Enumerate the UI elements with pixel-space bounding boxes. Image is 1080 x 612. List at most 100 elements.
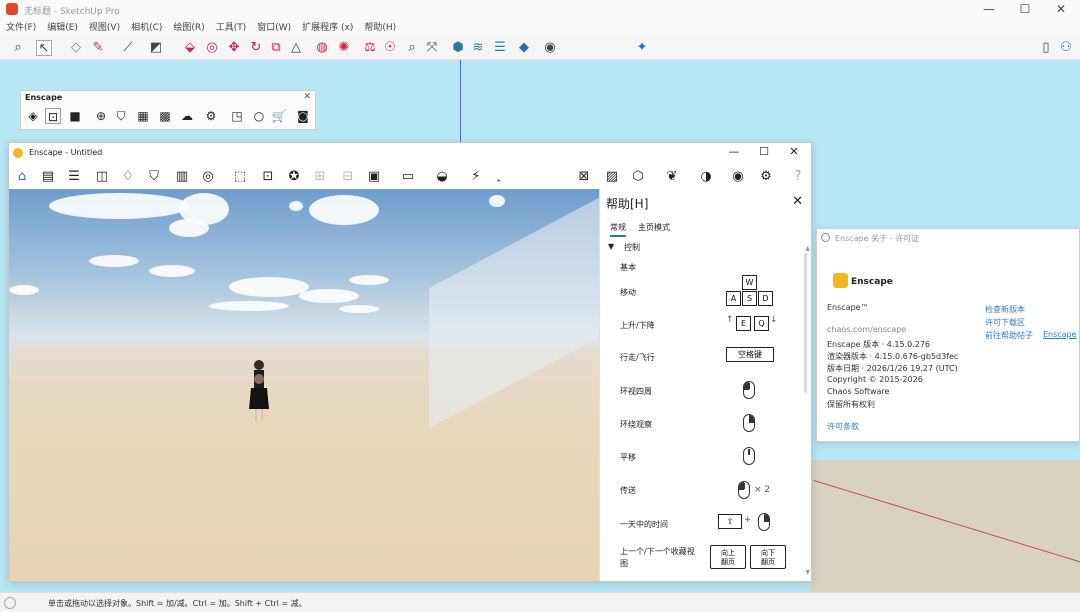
image-icon[interactable]: ⊡ [259,168,277,186]
maximize-button[interactable]: ☐ [755,145,773,158]
palette-icon[interactable]: ◎ [199,168,217,186]
chevron-up-icon[interactable]: ⌃ [495,179,503,189]
preview-icon[interactable]: ◉ [729,168,747,186]
account-icon[interactable]: ◙ [295,108,311,124]
support-link[interactable]: 前往帮助帖子 [985,330,1033,341]
window-icon[interactable]: ◳ [229,108,245,124]
leaf-icon[interactable]: ❦ [663,168,681,186]
light-bulb-icon[interactable]: ♢ [119,168,137,186]
collapse-arrow-icon[interactable]: ▼ [608,242,614,251]
offset-icon[interactable]: ◎ [204,40,220,56]
pan-icon[interactable]: ⚖ [362,40,378,56]
tape-icon[interactable]: △ [288,40,304,56]
zoom-window-icon[interactable]: ☉ [382,40,398,56]
scroll-up-icon[interactable]: ▲ [805,245,810,252]
menu-camera[interactable]: 相机(C) [131,20,162,36]
scroll-down-icon[interactable]: ▼ [805,569,810,576]
orbit-icon[interactable]: ✺ [336,40,352,56]
gallery-icon[interactable]: ▨ [603,168,621,186]
account-icon[interactable]: ◉ [542,40,558,56]
close-button[interactable]: ✕ [1050,2,1072,16]
shield-icon[interactable]: ⛉ [145,168,163,186]
upload-icon[interactable]: ☁ [179,108,195,124]
minimize-button[interactable]: — [978,2,1000,16]
render-viewport[interactable] [9,189,599,581]
materials-icon[interactable]: ◆ [516,40,532,56]
help-icon[interactable]: ? [789,168,807,186]
eye-icon[interactable]: ◫ [93,168,111,186]
eraser-icon[interactable]: ◇ [68,40,84,56]
line-icon[interactable]: ⟋ [120,40,136,56]
lightning-icon[interactable]: ⚡ [467,168,485,186]
image-panel-icon[interactable]: ⊠ [575,168,593,186]
move-icon[interactable]: ✥ [226,40,242,56]
screenshot-icon[interactable]: ◒ [433,168,451,186]
menu-edit[interactable]: 编辑(E) [47,20,78,36]
menu-extensions[interactable]: 扩展程序 (x) [302,20,353,36]
enscape-start-icon[interactable]: ◈ [25,108,41,124]
website-link[interactable]: chaos.com/enscape [827,325,906,334]
component-icon[interactable]: ⬢ [450,40,466,56]
menu-view[interactable]: 视图(V) [89,20,120,36]
tab-general[interactable]: 常规 [610,222,626,237]
menu-help[interactable]: 帮助(H) [364,20,396,36]
radio-icon[interactable] [821,233,830,242]
export-icon[interactable]: ▭ [399,168,417,186]
gear-icon[interactable]: ⚙ [757,168,775,186]
material-editor-icon[interactable]: ▩ [157,108,173,124]
sparkle-icon[interactable]: ✦ [634,40,650,56]
feedback-link[interactable]: 许可下载区 [985,317,1025,328]
info-icon[interactable] [4,597,16,609]
circle-icon[interactable]: ○ [251,108,267,124]
rotate-icon[interactable]: ↻ [248,40,264,56]
rectangle-icon[interactable]: ◩ [148,40,164,56]
menu-tools[interactable]: 工具(T) [216,20,247,36]
bim-icon[interactable]: ☰ [65,168,83,186]
settings-icon[interactable]: ⚙ [203,108,219,124]
select-arrow-icon[interactable]: ↖ [36,40,52,56]
cart-icon[interactable]: 🛒 [271,108,287,124]
menu-file[interactable]: 文件(F) [6,20,36,36]
vr-headset-icon[interactable]: ◑ [697,168,715,186]
cube-icon[interactable]: ⬡ [629,168,647,186]
help-close-icon[interactable]: ✕ [792,194,803,209]
sync-icon[interactable]: ⊡ [45,108,61,124]
document-icon[interactable]: ▯ [1038,40,1054,56]
layers-icon[interactable]: ≋ [470,40,486,56]
sparkle-icon[interactable]: ✪ [285,168,303,186]
license-link[interactable]: 许可条款 [827,421,859,432]
asset-library-icon[interactable]: ⛉ [113,108,129,124]
menu-draw[interactable]: 绘图(R) [173,20,204,36]
help-scrollbar[interactable] [804,253,807,393]
cursor-icon[interactable]: ⬚ [231,168,249,186]
zoom-extents-icon[interactable]: ⤧ [424,40,440,56]
paint-icon[interactable]: ◍ [314,40,330,56]
search-icon[interactable]: ⌕ [10,40,26,56]
add-icon[interactable]: ⊕ [93,108,109,124]
home-icon[interactable]: ⌂ [13,168,31,186]
tab-main-mode[interactable]: 主页模式 [638,222,670,233]
section-controls[interactable]: 控制 [624,242,640,253]
rendering-icon[interactable]: ▣ [365,168,383,186]
vr-icon[interactable]: ⊟ [339,168,357,186]
document-icon[interactable]: ▤ [39,168,57,186]
minimize-button[interactable]: — [725,145,743,158]
page-down-button[interactable]: 向下 翻页 [750,545,786,569]
close-button[interactable]: ✕ [785,145,803,158]
maximize-button[interactable]: ☐ [1014,2,1036,16]
close-icon[interactable]: ✕ [303,92,311,102]
menu-window[interactable]: 窗口(W) [257,20,291,36]
video-icon[interactable]: ■ [67,108,83,124]
enscape-support-link[interactable]: Enscape [1043,330,1077,339]
check-update-link[interactable]: 检查新版本 [985,304,1025,315]
link-icon[interactable]: ⊞ [311,168,329,186]
styles-icon[interactable]: ☰ [492,40,508,56]
zoom-icon[interactable]: ⌕ [404,40,420,56]
pencil-icon[interactable]: ✎ [90,40,106,56]
views-icon[interactable]: ▦ [135,108,151,124]
user-icon[interactable]: ⚇ [1058,40,1074,56]
building-icon[interactable]: ▥ [173,168,191,186]
scale-icon[interactable]: ⧉ [268,40,284,56]
push-pull-icon[interactable]: ⬙ [182,40,198,56]
page-up-button[interactable]: 向上 翻页 [710,545,746,569]
